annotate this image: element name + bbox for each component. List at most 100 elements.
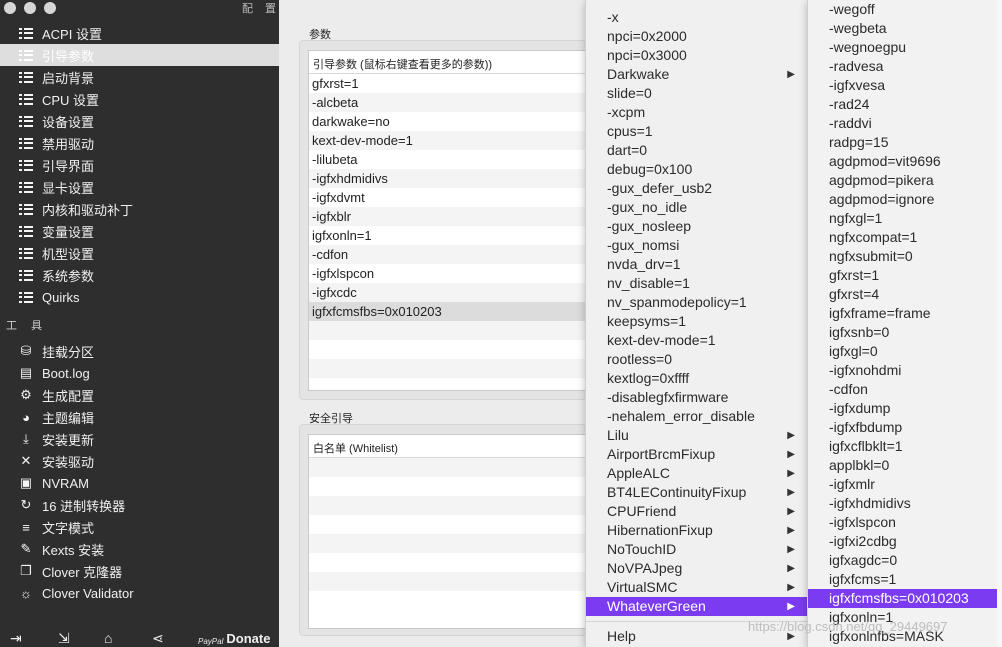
tool-item-7[interactable]: ▣ NVRAM	[0, 472, 279, 494]
menu-item-cpus-1[interactable]: cpus=1	[586, 122, 807, 141]
submenu-item[interactable]: igfxfcmsfbs=0x010203	[808, 589, 997, 608]
tool-item-1[interactable]: ⛁ 挂载分区	[0, 340, 279, 362]
tool-item-11[interactable]: ❐ Clover 克隆器	[0, 560, 279, 582]
tool-item-2[interactable]: ▤ Boot.log	[0, 362, 279, 384]
tool-item-12[interactable]: ☼ Clover Validator	[0, 582, 279, 604]
menu-item-bt4lecontinuityfixup[interactable]: BT4LEContinuityFixup ▶	[586, 483, 807, 502]
menu-item-kextlog-0xffff[interactable]: kextlog=0xffff	[586, 369, 807, 388]
submenu-item[interactable]: ngfxsubmit=0	[808, 247, 997, 266]
sidebar-item-13[interactable]: Quirks	[0, 286, 279, 308]
submenu-item[interactable]: -raddvi	[808, 114, 997, 133]
menu-item-keepsyms-1[interactable]: keepsyms=1	[586, 312, 807, 331]
submenu-item[interactable]: ngfxcompat=1	[808, 228, 997, 247]
sidebar-item-6[interactable]: 禁用驱动	[0, 132, 279, 154]
menu-item-whatevergreen[interactable]: WhateverGreen ▶	[586, 597, 807, 616]
boot-arg-row[interactable]: igfxfcmsfbs=0x010203	[309, 302, 597, 321]
menu-item-applealc[interactable]: AppleALC ▶	[586, 464, 807, 483]
menu-item-gux-no-idle[interactable]: -gux_no_idle	[586, 198, 807, 217]
home-icon[interactable]: ⌂	[104, 630, 112, 646]
sidebar-item-8[interactable]: 显卡设置	[0, 176, 279, 198]
menu-item-npci-0x2000[interactable]: npci=0x2000	[586, 27, 807, 46]
sidebar-item-2[interactable]: 引导参数	[0, 44, 279, 66]
menu-item-notouchid[interactable]: NoTouchID ▶	[586, 540, 807, 559]
menu-item-x[interactable]: -x	[586, 8, 807, 27]
menu-item-novpajpeg[interactable]: NoVPAJpeg ▶	[586, 559, 807, 578]
submenu-item[interactable]: -igfxnohdmi	[808, 361, 997, 380]
submenu-item[interactable]: agdpmod=pikera	[808, 171, 997, 190]
menu-item-slide-0[interactable]: slide=0	[586, 84, 807, 103]
tool-item-10[interactable]: ✎ Kexts 安装	[0, 538, 279, 560]
boot-arg-row[interactable]: -cdfon	[309, 245, 597, 264]
sidebar-item-11[interactable]: 机型设置	[0, 242, 279, 264]
submenu-item[interactable]: -igfxlspcon	[808, 513, 997, 532]
submenu-item[interactable]: -igfxmlr	[808, 475, 997, 494]
submenu-item[interactable]: -rad24	[808, 95, 997, 114]
menu-item-hibernationfixup[interactable]: HibernationFixup ▶	[586, 521, 807, 540]
boot-arg-row[interactable]: -lilubeta	[309, 150, 597, 169]
submenu-item[interactable]: agdpmod=ignore	[808, 190, 997, 209]
menu-item-xcpm[interactable]: -xcpm	[586, 103, 807, 122]
submenu-item[interactable]: igfxframe=frame	[808, 304, 997, 323]
menu-item-cpufriend[interactable]: CPUFriend ▶	[586, 502, 807, 521]
export-icon[interactable]: ⇲	[58, 630, 70, 647]
submenu-item[interactable]: -wegoff	[808, 0, 997, 19]
boot-arg-row[interactable]: -igfxdvmt	[309, 188, 597, 207]
submenu-item[interactable]: -igfxhdmidivs	[808, 494, 997, 513]
sidebar-item-1[interactable]: ACPI 设置	[0, 22, 279, 44]
submenu-item[interactable]: radpg=15	[808, 133, 997, 152]
tool-item-6[interactable]: ✕ 安装驱动	[0, 450, 279, 472]
close-window-button[interactable]	[4, 2, 16, 14]
boot-arg-row[interactable]: -igfxlspcon	[309, 264, 597, 283]
tool-item-9[interactable]: ≡ 文字模式	[0, 516, 279, 538]
boot-arg-row[interactable]: kext-dev-mode=1	[309, 131, 597, 150]
menu-item-rootless-0[interactable]: rootless=0	[586, 350, 807, 369]
menu-item-darkwake[interactable]: Darkwake ▶	[586, 65, 807, 84]
boot-arg-row[interactable]: gfxrst=1	[309, 74, 597, 93]
submenu-item[interactable]: gfxrst=1	[808, 266, 997, 285]
menu-item-debug-0x100[interactable]: debug=0x100	[586, 160, 807, 179]
menu-item-virtualsmc[interactable]: VirtualSMC ▶	[586, 578, 807, 597]
boot-args-table[interactable]: 引导参数 (鼠标右键查看更多的参数)) gfxrst=1 -alcbeta dark…	[308, 50, 598, 391]
menu-item-npci-0x3000[interactable]: npci=0x3000	[586, 46, 807, 65]
submenu-item[interactable]: -radvesa	[808, 57, 997, 76]
submenu-item[interactable]: igfxsnb=0	[808, 323, 997, 342]
menu-item-nvda-drv-1[interactable]: nvda_drv=1	[586, 255, 807, 274]
tool-item-5[interactable]: ⤓ 安装更新	[0, 428, 279, 450]
menu-item-nv-disable-1[interactable]: nv_disable=1	[586, 274, 807, 293]
submenu-item[interactable]: igfxgl=0	[808, 342, 997, 361]
sidebar-item-7[interactable]: 引导界面	[0, 154, 279, 176]
boot-arg-row[interactable]: -igfxcdc	[309, 283, 597, 302]
submenu-item[interactable]: igfxagdc=0	[808, 551, 997, 570]
sidebar-item-4[interactable]: CPU 设置	[0, 88, 279, 110]
submenu-item[interactable]: agdpmod=vit9696	[808, 152, 997, 171]
tool-item-3[interactable]: ⚙ 生成配置	[0, 384, 279, 406]
donate-button[interactable]: PayPal Donate	[198, 631, 270, 646]
menu-item-nehalem-error-disable[interactable]: -nehalem_error_disable	[586, 407, 807, 426]
submenu-item[interactable]: -igfxdump	[808, 399, 997, 418]
minimize-window-button[interactable]	[24, 2, 36, 14]
submenu-item[interactable]: gfxrst=4	[808, 285, 997, 304]
menu-item-disablegfxfirmware[interactable]: -disablegfxfirmware	[586, 388, 807, 407]
import-icon[interactable]: ⇥	[10, 630, 22, 647]
menu-item-airportbrcmfixup[interactable]: AirportBrcmFixup ▶	[586, 445, 807, 464]
boot-arg-row[interactable]: -igfxblr	[309, 207, 597, 226]
boot-arg-row[interactable]: igfxonln=1	[309, 226, 597, 245]
zoom-window-button[interactable]	[44, 2, 56, 14]
share-icon[interactable]: ⋖	[152, 630, 164, 647]
tool-item-4[interactable]: ◕ 主题编辑	[0, 406, 279, 428]
submenu-item[interactable]: igfxfcms=1	[808, 570, 997, 589]
boot-args-table-header[interactable]: 引导参数 (鼠标右键查看更多的参数))	[309, 51, 597, 74]
boot-arg-row[interactable]: -igfxhdmidivs	[309, 169, 597, 188]
whitelist-table[interactable]: 白名单 (Whitelist)	[308, 434, 598, 629]
menu-item-nv-spanmodepolicy-1[interactable]: nv_spanmodepolicy=1	[586, 293, 807, 312]
submenu-item[interactable]: applbkl=0	[808, 456, 997, 475]
submenu-item[interactable]: ngfxgl=1	[808, 209, 997, 228]
submenu-item[interactable]: -igfxvesa	[808, 76, 997, 95]
submenu-item[interactable]: -cdfon	[808, 380, 997, 399]
boot-arg-row[interactable]: -alcbeta	[309, 93, 597, 112]
submenu-item[interactable]: igfxcflbklt=1	[808, 437, 997, 456]
menu-item-lilu[interactable]: Lilu ▶	[586, 426, 807, 445]
sidebar-item-9[interactable]: 内核和驱动补丁	[0, 198, 279, 220]
submenu-item[interactable]: -igfxi2cdbg	[808, 532, 997, 551]
submenu-item[interactable]: -wegbeta	[808, 19, 997, 38]
